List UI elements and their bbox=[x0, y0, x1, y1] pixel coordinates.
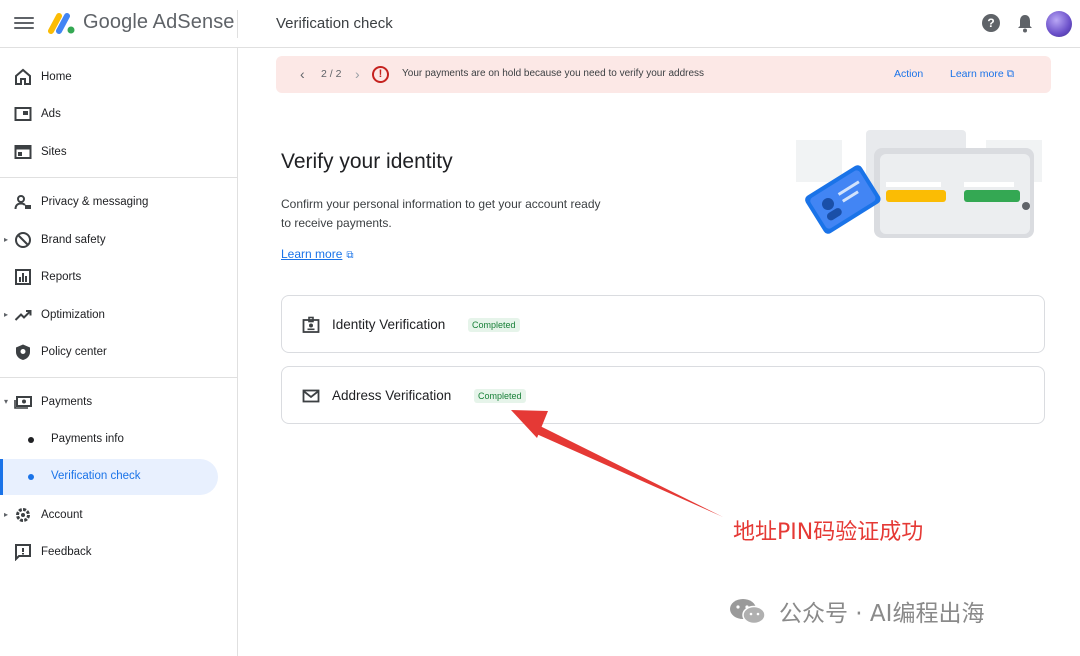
expand-arrow-icon[interactable]: ▸ bbox=[4, 510, 8, 519]
alert-learn-more-link[interactable]: Learn more ⧉ bbox=[950, 68, 1014, 81]
ads-icon bbox=[14, 107, 32, 121]
learn-more-link[interactable]: Learn more ⧉ bbox=[281, 247, 354, 261]
adsense-logo[interactable] bbox=[48, 11, 76, 35]
shield-icon bbox=[16, 344, 30, 360]
error-icon: ! bbox=[372, 66, 389, 83]
status-badge: Completed bbox=[468, 318, 520, 332]
bullet-icon bbox=[28, 474, 34, 480]
external-link-icon: ⧉ bbox=[1006, 68, 1015, 80]
notifications-icon[interactable] bbox=[1016, 13, 1034, 33]
sites-icon bbox=[14, 145, 32, 159]
sidebar-item-label: Feedback bbox=[41, 546, 92, 558]
chevron-left-icon[interactable]: ‹ bbox=[300, 66, 305, 82]
chevron-right-icon[interactable]: › bbox=[355, 66, 360, 82]
gear-icon bbox=[16, 508, 30, 522]
sidebar-item-policy-center[interactable]: Policy center bbox=[0, 334, 238, 370]
sidebar-item-account[interactable]: ▸ Account bbox=[0, 497, 238, 533]
sidebar-item-payments-info[interactable]: Payments info bbox=[0, 422, 218, 458]
alert-pager: 2 / 2 bbox=[321, 68, 342, 80]
page-heading: Verify your identity bbox=[281, 150, 453, 173]
menu-icon[interactable] bbox=[14, 14, 34, 34]
annotation-text: 地址PIN码验证成功 bbox=[733, 520, 924, 545]
sidebar-item-label: Optimization bbox=[41, 309, 105, 321]
learn-more-label: Learn more bbox=[950, 68, 1004, 80]
sidebar: Home Ads Sites Privacy & messaging ▸ Bra… bbox=[0, 48, 238, 656]
sidebar-item-label: Home bbox=[41, 71, 72, 83]
divider bbox=[237, 10, 238, 38]
sidebar-item-ads[interactable]: Ads bbox=[0, 96, 238, 132]
sidebar-item-reports[interactable]: Reports bbox=[0, 259, 238, 295]
sidebar-item-sites[interactable]: Sites bbox=[0, 134, 238, 170]
sidebar-item-verification-check[interactable]: Verification check bbox=[0, 459, 218, 495]
divider bbox=[0, 377, 238, 378]
payment-hold-alert: ‹ 2 / 2 › ! Your payments are on hold be… bbox=[276, 56, 1051, 93]
card-title: Identity Verification bbox=[332, 317, 446, 332]
collapse-arrow-icon[interactable]: ▾ bbox=[4, 397, 8, 406]
alert-message: Your payments are on hold because you ne… bbox=[402, 68, 705, 79]
address-verification-card[interactable]: Address Verification Completed bbox=[281, 366, 1045, 424]
sidebar-item-payments[interactable]: ▾ Payments bbox=[0, 384, 238, 420]
external-link-icon: ⧉ bbox=[346, 250, 354, 261]
help-icon[interactable]: ? bbox=[982, 14, 1000, 32]
avatar[interactable] bbox=[1046, 11, 1072, 37]
identity-verification-card[interactable]: Identity Verification Completed bbox=[281, 295, 1045, 353]
payments-icon bbox=[14, 396, 32, 409]
expand-arrow-icon[interactable]: ▸ bbox=[4, 235, 8, 244]
card-title: Address Verification bbox=[332, 388, 452, 403]
sidebar-item-label: Payments info bbox=[51, 433, 124, 445]
verification-illustration bbox=[796, 130, 1042, 238]
brand-title: Google AdSense bbox=[83, 11, 235, 33]
home-icon bbox=[15, 68, 31, 85]
sidebar-item-label: Reports bbox=[41, 271, 82, 283]
reports-icon bbox=[15, 269, 31, 285]
sidebar-item-label: Payments bbox=[41, 396, 93, 408]
feedback-icon bbox=[15, 544, 31, 561]
trending-up-icon bbox=[14, 310, 32, 321]
sidebar-item-feedback[interactable]: Feedback bbox=[0, 534, 238, 570]
alert-action-link[interactable]: Action bbox=[894, 68, 923, 80]
sidebar-item-label: Ads bbox=[41, 108, 61, 120]
wechat-icon bbox=[730, 599, 766, 625]
bullet-icon bbox=[28, 437, 34, 443]
sidebar-item-label: Verification check bbox=[51, 470, 141, 482]
page-title: Verification check bbox=[276, 15, 393, 32]
learn-more-label: Learn more bbox=[281, 247, 343, 261]
expand-arrow-icon[interactable]: ▸ bbox=[4, 310, 8, 319]
mail-icon bbox=[302, 389, 320, 403]
top-app-bar: Google AdSense Verification check ? bbox=[0, 0, 1080, 48]
privacy-icon bbox=[14, 195, 31, 210]
sidebar-item-privacy-messaging[interactable]: Privacy & messaging bbox=[0, 184, 238, 220]
sidebar-item-optimization[interactable]: ▸ Optimization bbox=[0, 297, 238, 333]
status-badge: Completed bbox=[474, 389, 526, 403]
sidebar-item-brand-safety[interactable]: ▸ Brand safety bbox=[0, 222, 238, 258]
sidebar-item-label: Sites bbox=[41, 146, 67, 158]
divider bbox=[0, 177, 238, 178]
page-description: Confirm your personal information to get… bbox=[281, 197, 601, 230]
sidebar-item-label: Policy center bbox=[41, 346, 107, 358]
sidebar-item-label: Privacy & messaging bbox=[41, 196, 149, 208]
block-icon bbox=[15, 232, 31, 248]
watermark-text: 公众号 · AI编程出海 bbox=[779, 601, 985, 627]
id-badge-icon bbox=[302, 316, 320, 333]
sidebar-item-label: Brand safety bbox=[41, 234, 106, 246]
sidebar-item-label: Account bbox=[41, 509, 83, 521]
sidebar-item-home[interactable]: Home bbox=[0, 59, 238, 95]
